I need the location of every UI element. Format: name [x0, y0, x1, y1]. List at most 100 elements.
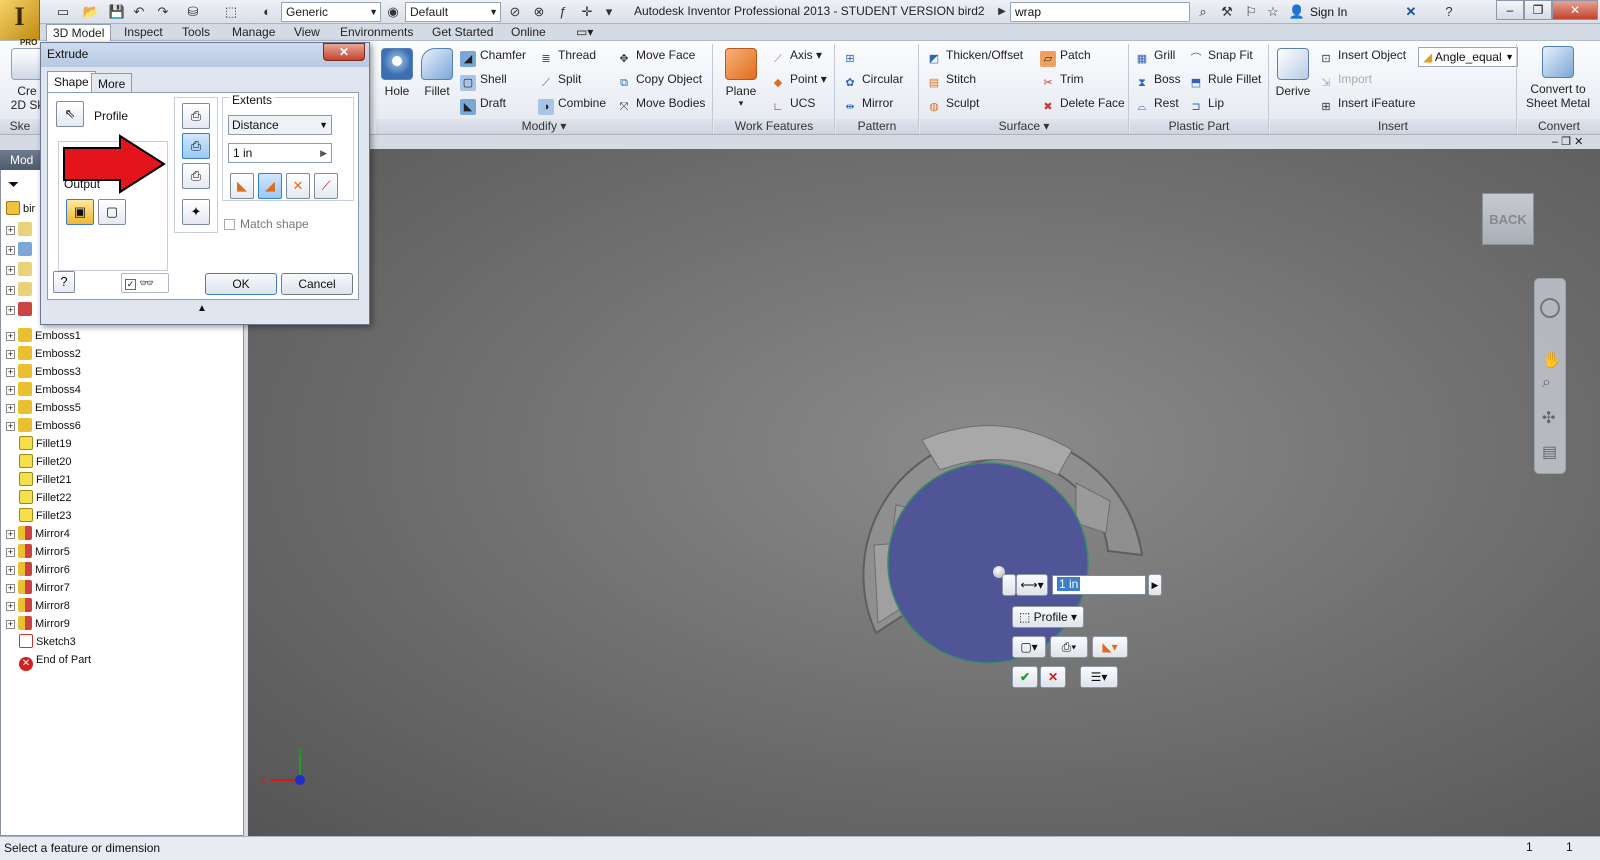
insert-ifeature-button[interactable]: ⊞ Insert iFeature — [1318, 92, 1415, 114]
steering-wheel-icon[interactable] — [1540, 298, 1560, 318]
clear-appearance-icon[interactable]: ⊘ — [506, 3, 524, 21]
chamfer-button[interactable]: ◢ Chamfer — [460, 44, 526, 67]
viewcube[interactable]: BACK — [1482, 193, 1534, 245]
plane-button[interactable]: Plane ▾ — [722, 48, 760, 109]
move-bodies-button[interactable]: ⤧ Move Bodies — [616, 92, 706, 114]
user-icon[interactable]: 👤 — [1288, 3, 1306, 21]
ok-check-icon[interactable]: ✔ — [1012, 666, 1038, 688]
tree-item-emboss6[interactable]: + Emboss6 — [6, 418, 81, 435]
tab-manage[interactable]: Manage — [226, 24, 281, 41]
patch-button[interactable]: ▱ Patch — [1040, 44, 1091, 67]
cut-button[interactable]: ⎙ — [182, 133, 210, 159]
direction-2-button[interactable]: ◢ — [258, 173, 282, 199]
material-icon[interactable]: ◐ — [258, 3, 276, 21]
extents-type-select[interactable]: Distance ▼ — [228, 115, 332, 135]
tab-tools[interactable]: Tools — [176, 24, 216, 41]
search-expand-icon[interactable]: ▶ — [993, 3, 1011, 21]
profile-disc[interactable] — [887, 462, 1089, 664]
collapse-arrow-icon[interactable]: ▲ — [197, 303, 207, 314]
profile-button[interactable]: ⬚ Profile ▾ — [1012, 606, 1084, 628]
ok-button[interactable]: OK — [205, 273, 277, 295]
tree-item-mirror4[interactable]: + Mirror4 — [6, 526, 70, 543]
tab-shape[interactable]: Shape — [47, 71, 96, 93]
tree-item-fillet20[interactable]: Fillet20 — [19, 454, 71, 471]
tree-item-mirror6[interactable]: + Mirror6 — [6, 562, 70, 579]
output-surface-button[interactable]: ▢ — [98, 199, 126, 225]
direction-dropdown[interactable]: ⟷▾ — [1016, 574, 1048, 596]
filter-icon[interactable]: ⏷ — [8, 176, 19, 193]
tree-item-emboss5[interactable]: + Emboss5 — [6, 400, 81, 417]
fillet-button[interactable]: Fillet — [418, 48, 456, 98]
grill-button[interactable]: ▦ Grill — [1134, 44, 1176, 66]
quick-access-dropdown-icon[interactable]: ▾ — [600, 3, 618, 21]
tree-hidden-row[interactable]: + — [6, 242, 35, 259]
convert-to-sheet-metal-button[interactable]: Convert to Sheet Metal — [1522, 46, 1594, 110]
copy-object-button[interactable]: ⧉ Copy Object — [616, 68, 702, 90]
shell-button[interactable]: ▢ Shell — [460, 68, 507, 91]
output-dropdown[interactable]: ▢▾ — [1012, 636, 1046, 658]
tree-item-sketch3[interactable]: Sketch3 — [19, 634, 76, 651]
help-button[interactable]: ? — [53, 271, 75, 293]
help-icon[interactable]: ? — [1440, 3, 1458, 21]
trim-button[interactable]: ✂ Trim — [1040, 68, 1083, 90]
import-button[interactable]: ⇲ Import — [1318, 68, 1372, 90]
point-button[interactable]: ◆ Point ▾ — [770, 68, 827, 90]
app-menu-button[interactable]: I PRO — [0, 0, 40, 47]
modify-panel-title[interactable]: Modify ▾ — [376, 119, 712, 134]
tab-environments[interactable]: Environments — [334, 24, 419, 41]
draft-button[interactable]: ◣ Draft — [460, 92, 506, 115]
dialog-close-button[interactable]: ✕ — [323, 43, 365, 61]
circular-button[interactable]: ✿ Circular — [842, 68, 903, 90]
tab-online[interactable]: Online — [505, 24, 552, 41]
rule-fillet-button[interactable]: ⬒ Rule Fillet — [1188, 68, 1262, 90]
asymmetric-button[interactable]: ⟋ — [314, 173, 338, 199]
save-icon[interactable]: 💾 — [108, 3, 126, 21]
new-icon[interactable]: ▭ — [54, 3, 72, 21]
thread-button[interactable]: ≣ Thread — [538, 44, 596, 66]
tab-view[interactable]: View — [288, 24, 326, 41]
tree-item-mirror9[interactable]: + Mirror9 — [6, 616, 70, 633]
snap-fit-button[interactable]: ⌒ Snap Fit — [1188, 44, 1253, 66]
tree-hidden-row[interactable]: + — [6, 262, 35, 279]
orbit-icon[interactable]: ✣ — [1542, 408, 1555, 428]
dialog-title[interactable]: Extrude — [41, 43, 369, 67]
rest-button[interactable]: ⌓ Rest — [1134, 92, 1179, 114]
preview-toggle[interactable]: ✓ 👓 — [121, 273, 169, 293]
tab-more[interactable]: More — [91, 73, 133, 93]
measure-icon[interactable]: ✛ — [578, 3, 596, 21]
minimize-button[interactable]: – — [1496, 0, 1524, 20]
split-button[interactable]: ⟋ Split — [538, 68, 581, 90]
maximize-button[interactable]: ❐ — [1524, 0, 1552, 20]
minitoolbar-grip[interactable] — [1002, 574, 1016, 596]
tree-item-emboss3[interactable]: + Emboss3 — [6, 364, 81, 381]
tree-item-fillet21[interactable]: Fillet21 — [19, 472, 71, 489]
tree-item-emboss1[interactable]: + Emboss1 — [6, 328, 81, 345]
undo-icon[interactable]: ↶ — [130, 3, 148, 21]
tree-item-mirror5[interactable]: + Mirror5 — [6, 544, 70, 561]
select-icon[interactable]: ⬚ — [222, 3, 240, 21]
style-combo[interactable]: Default ▼ — [405, 2, 501, 22]
tab-inspect[interactable]: Inspect — [118, 24, 169, 41]
subscription-icon[interactable]: ⚒ — [1218, 3, 1236, 21]
parameter-combo[interactable]: ◢ Angle_equal ▼ — [1418, 47, 1518, 67]
delete-face-button[interactable]: ✖ Delete Face — [1040, 92, 1124, 114]
tree-item-mirror8[interactable]: + Mirror8 — [6, 598, 70, 615]
ucs-button[interactable]: ∟ UCS — [770, 92, 816, 114]
tree-hidden-row[interactable]: + — [6, 302, 35, 319]
tree-root[interactable]: bir — [6, 201, 35, 218]
hole-button[interactable]: Hole — [378, 48, 416, 98]
tree-item-fillet22[interactable]: Fillet22 — [19, 490, 71, 507]
cancel-button[interactable]: Cancel — [281, 273, 353, 295]
output-solid-button[interactable]: ▣ — [66, 199, 94, 225]
sign-in-link[interactable]: Sign In — [1310, 5, 1347, 19]
doc-window-controls[interactable]: – ❐ ✕ — [1552, 135, 1583, 148]
sculpt-button[interactable]: ◍ Sculpt — [926, 92, 979, 114]
look-at-icon[interactable]: ▤ — [1542, 442, 1557, 462]
distance-field[interactable]: 1 in ▶ — [228, 143, 332, 163]
color-icon[interactable]: ◉ — [384, 3, 402, 21]
project-icon[interactable]: ⛁ — [184, 3, 202, 21]
communication-icon[interactable]: ⚐ — [1242, 3, 1260, 21]
tree-item-emboss2[interactable]: + Emboss2 — [6, 346, 81, 363]
close-button[interactable]: ✕ — [1552, 0, 1598, 20]
insert-object-button[interactable]: ⊡ Insert Object — [1318, 44, 1406, 66]
